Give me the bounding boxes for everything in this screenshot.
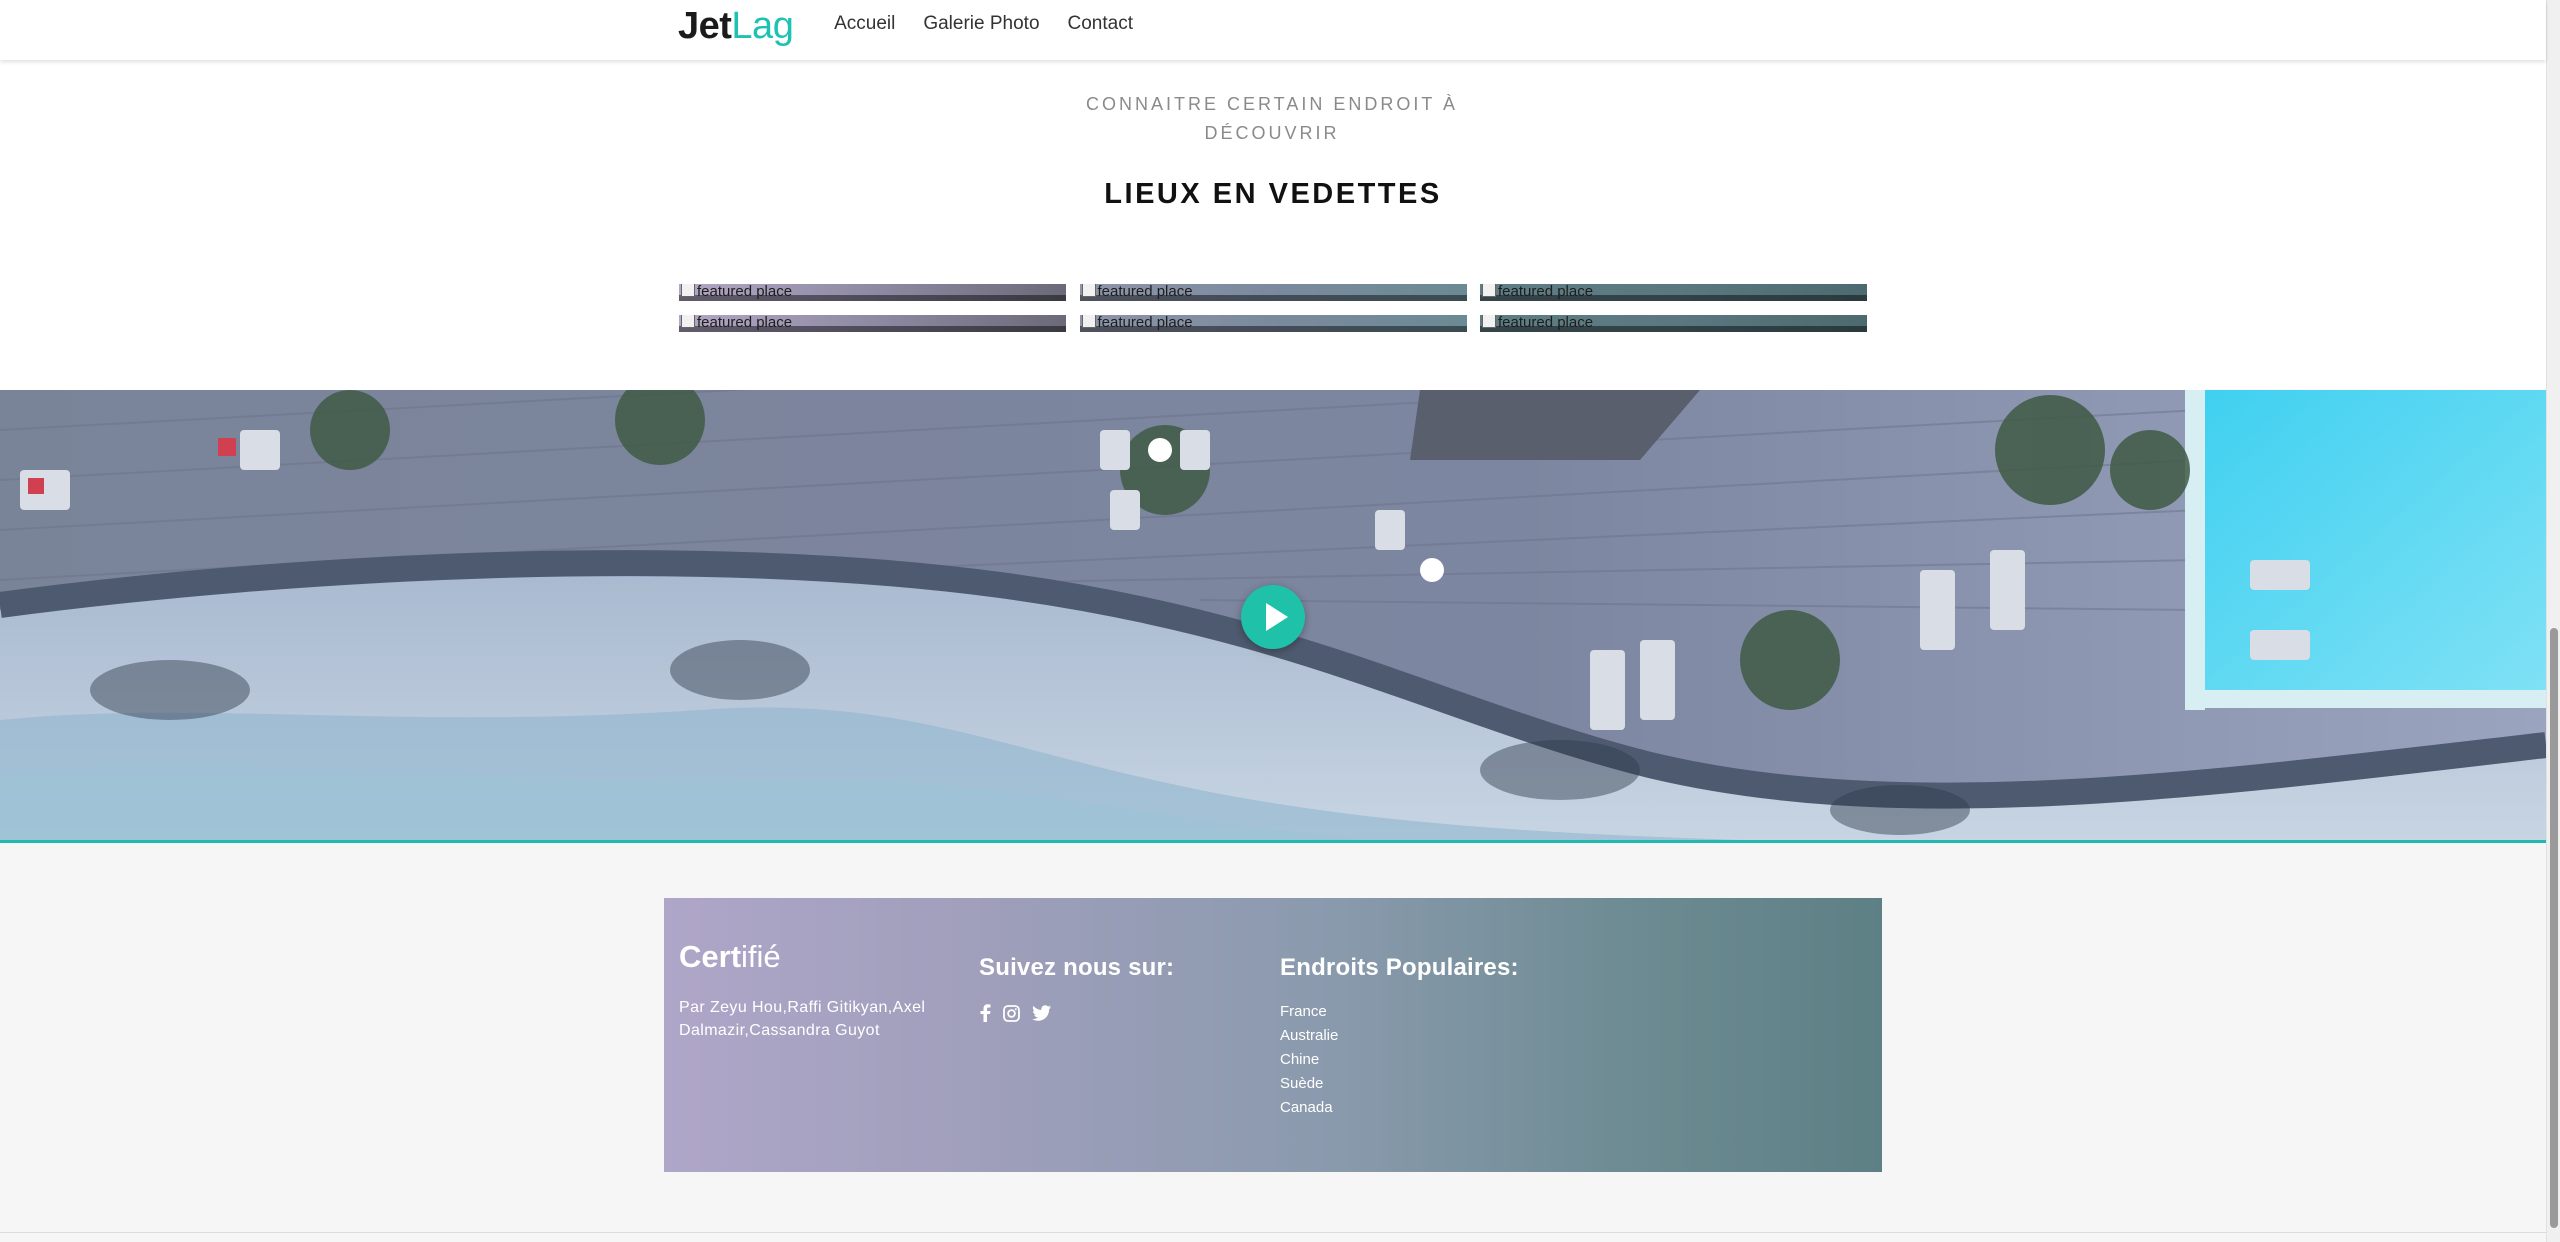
- nav-link-galerie-photo[interactable]: Galerie Photo: [923, 12, 1039, 36]
- alt-text: featured place: [1498, 315, 1594, 331]
- footer-places-column: Endroits Populaires: France Australie Ch…: [1280, 940, 1580, 1136]
- scrollbar-thumb[interactable]: [2550, 628, 2558, 1228]
- footer-brand: Certifié: [679, 940, 939, 974]
- broken-image-icon: [681, 315, 695, 328]
- place-link-suede[interactable]: Suède: [1280, 1072, 1580, 1096]
- footer-brand-bold: Cert: [679, 939, 742, 974]
- nav-link-contact[interactable]: Contact: [1068, 12, 1133, 36]
- broken-image-icon: [1081, 284, 1096, 297]
- vertical-scrollbar[interactable]: [2546, 0, 2560, 1242]
- play-button[interactable]: [1241, 585, 1305, 649]
- place-link-france[interactable]: France: [1280, 1000, 1580, 1024]
- alt-text: featured place: [1097, 284, 1193, 300]
- facebook-icon[interactable]: [979, 1004, 991, 1027]
- main-nav: Accueil Galerie Photo Contact: [834, 12, 1133, 36]
- featured-place-tile[interactable]: featured place: [1480, 284, 1867, 301]
- place-link-australie[interactable]: Australie: [1280, 1024, 1580, 1048]
- alt-text: featured place: [1498, 284, 1594, 300]
- broken-image-alt-text: featured place: [1081, 284, 1193, 300]
- featured-places-grid: featured place featured place featured p…: [679, 284, 1867, 346]
- top-navigation-bar: JetLag Accueil Galerie Photo Contact: [0, 0, 2546, 60]
- section-heading: LIEUX EN VEDETTES: [1104, 178, 1442, 210]
- broken-image-alt-text: featured place: [1081, 315, 1193, 331]
- section-subtitle: CONNAITRE CERTAIN ENDROIT À DÉCOUVRIR: [1085, 94, 1459, 143]
- places-title: Endroits Populaires:: [1280, 954, 1519, 981]
- featured-place-tile[interactable]: featured place: [679, 315, 1066, 332]
- social-title: Suivez nous sur:: [979, 954, 1175, 981]
- broken-image-icon: [1482, 284, 1496, 297]
- featured-place-tile[interactable]: featured place: [1480, 315, 1867, 332]
- broken-image-alt-text: featured place: [1482, 284, 1593, 300]
- alt-text: featured place: [1097, 315, 1193, 331]
- broken-image-alt-text: featured place: [1482, 315, 1593, 331]
- alt-text: featured place: [697, 284, 793, 300]
- broken-image-icon: [1482, 315, 1496, 328]
- popular-places-list: France Australie Chine Suède Canada: [1280, 1000, 1580, 1120]
- logo-bold-text: Jet: [678, 5, 732, 47]
- social-links: [979, 1004, 1239, 1027]
- featured-places-section: CONNAITRE CERTAIN ENDROIT À DÉCOUVRIR LI…: [0, 60, 2546, 390]
- featured-place-tile[interactable]: featured place: [1079, 315, 1467, 332]
- footer-social-column: Suivez nous sur:: [979, 940, 1239, 1027]
- alt-text: featured place: [697, 315, 793, 331]
- footer-brand-light: ifié: [741, 939, 781, 974]
- nav-link-accueil[interactable]: Accueil: [834, 12, 895, 36]
- logo-light-text: Lag: [731, 5, 794, 47]
- featured-place-tile[interactable]: featured place: [1079, 284, 1467, 301]
- footer-panel: Certifié Par Zeyu Hou,Raffi Gitikyan,Axe…: [664, 898, 1882, 1172]
- footer-brand-column: Certifié Par Zeyu Hou,Raffi Gitikyan,Axe…: [679, 940, 939, 1042]
- video-bottom-border: [0, 840, 2546, 843]
- place-link-canada[interactable]: Canada: [1280, 1096, 1580, 1120]
- site-logo[interactable]: JetLag: [678, 2, 794, 50]
- instagram-icon[interactable]: [1003, 1004, 1020, 1027]
- twitter-icon[interactable]: [1032, 1005, 1051, 1026]
- featured-place-tile[interactable]: featured place: [679, 284, 1066, 301]
- page-bottom-divider: [0, 1232, 2546, 1233]
- broken-image-alt-text: featured place: [681, 284, 792, 300]
- broken-image-icon: [1081, 315, 1096, 328]
- broken-image-icon: [681, 284, 695, 297]
- broken-image-alt-text: featured place: [681, 315, 792, 331]
- footer-credits: Par Zeyu Hou,Raffi Gitikyan,Axel Dalmazi…: [679, 999, 926, 1039]
- place-link-chine[interactable]: Chine: [1280, 1048, 1580, 1072]
